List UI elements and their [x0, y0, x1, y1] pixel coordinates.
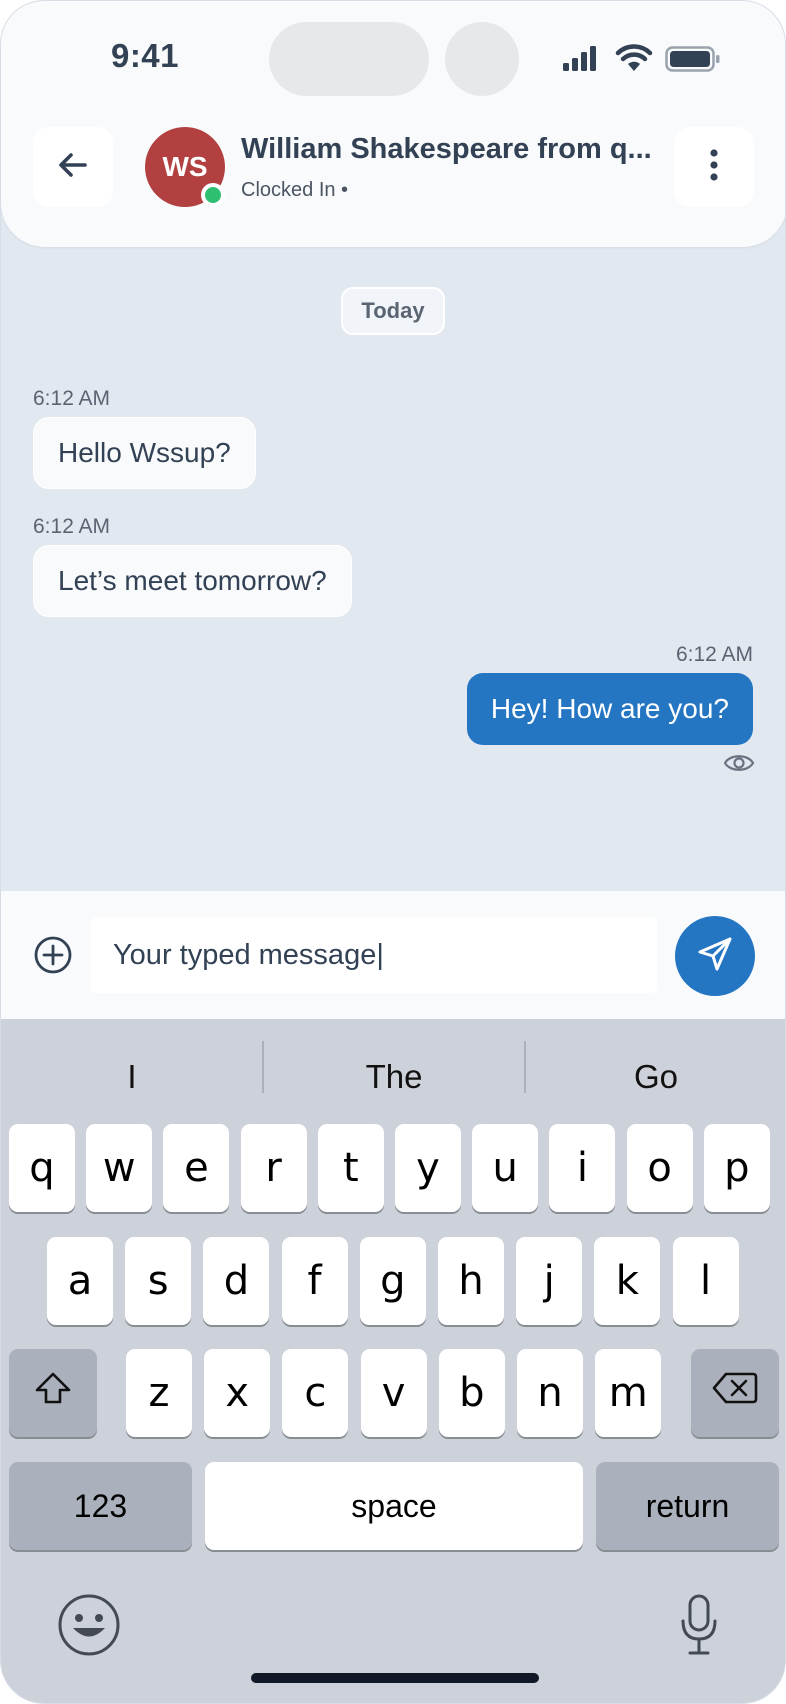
message-time: 6:12 AM [675, 643, 753, 666]
plus-circle-icon [33, 936, 73, 979]
key-c[interactable]: c [282, 1349, 349, 1437]
message-composer: Your typed message| [1, 891, 785, 1019]
signal-icon [561, 45, 601, 78]
status-time: 9:41 [110, 37, 180, 74]
key-s[interactable]: s [125, 1237, 192, 1325]
arrow-left-icon [55, 147, 91, 188]
suggestion[interactable]: The [263, 1049, 525, 1105]
contact-status: Clocked In • [241, 179, 349, 201]
return-key[interactable]: return [596, 1462, 779, 1550]
phone-screen: 9:41 WS William Shakespeare from q... Cl… [0, 0, 786, 1704]
date-separator: Today [341, 287, 445, 335]
key-k[interactable]: k [594, 1237, 661, 1325]
delete-key[interactable] [691, 1349, 779, 1437]
key-d[interactable]: d [203, 1237, 270, 1325]
wifi-icon [615, 43, 653, 78]
key-u[interactable]: u [472, 1124, 539, 1212]
key-q[interactable]: q [9, 1124, 75, 1212]
dynamic-island-camera [445, 22, 519, 96]
dictation-button[interactable] [679, 1593, 719, 1662]
message-time: 6:12 AM [33, 515, 111, 538]
key-a[interactable]: a [47, 1237, 113, 1325]
incoming-message[interactable]: Hello Wssup? [33, 417, 256, 489]
message-time: 6:12 AM [33, 387, 111, 410]
incoming-message[interactable]: Let’s meet tomorrow? [33, 545, 352, 617]
key-n[interactable]: n [517, 1349, 583, 1437]
key-v[interactable]: v [360, 1349, 427, 1437]
shift-icon [33, 1370, 73, 1416]
key-m[interactable]: m [595, 1349, 662, 1437]
key-z[interactable]: z [126, 1349, 192, 1437]
key-j[interactable]: j [516, 1237, 583, 1325]
keyboard: I The Go qwertyuiop asdfghjkl zxcvbnm 12… [1, 1019, 785, 1703]
microphone-icon [679, 1594, 719, 1661]
back-button[interactable] [33, 127, 113, 207]
key-x[interactable]: x [204, 1349, 271, 1437]
home-indicator[interactable] [251, 1673, 539, 1683]
key-l[interactable]: l [672, 1237, 739, 1325]
key-y[interactable]: y [395, 1124, 461, 1212]
eye-icon [723, 751, 755, 775]
status-icons [561, 43, 721, 77]
key-f[interactable]: f [281, 1237, 348, 1325]
backspace-icon [711, 1370, 759, 1416]
contact-name[interactable]: William Shakespeare from q... [241, 133, 667, 166]
suggestion[interactable]: I [1, 1049, 263, 1105]
emoji-icon [57, 1594, 121, 1661]
key-e[interactable]: e [163, 1124, 230, 1212]
battery-icon [665, 46, 721, 77]
more-options-button[interactable] [674, 127, 754, 207]
outgoing-message[interactable]: Hey! How are you? [466, 673, 753, 745]
key-h[interactable]: h [438, 1237, 504, 1325]
emoji-button[interactable] [57, 1593, 121, 1662]
key-o[interactable]: o [626, 1124, 693, 1212]
online-status-indicator [201, 183, 225, 207]
suggestion[interactable]: Go [525, 1049, 785, 1105]
key-g[interactable]: g [359, 1237, 426, 1325]
send-icon [695, 934, 735, 979]
key-w[interactable]: w [86, 1124, 153, 1212]
message-input[interactable]: Your typed message| [91, 917, 657, 993]
shift-key[interactable] [9, 1349, 97, 1437]
key-p[interactable]: p [703, 1124, 770, 1212]
space-key[interactable]: space [205, 1462, 583, 1550]
numbers-key[interactable]: 123 [9, 1462, 192, 1550]
key-b[interactable]: b [438, 1349, 505, 1437]
more-vertical-icon [708, 147, 720, 188]
attach-button[interactable] [33, 935, 73, 975]
send-button[interactable] [675, 916, 755, 996]
key-t[interactable]: t [317, 1124, 384, 1212]
dynamic-island [269, 22, 429, 96]
key-i[interactable]: i [549, 1124, 616, 1212]
chat-header: 9:41 WS William Shakespeare from q... Cl… [1, 1, 785, 247]
key-r[interactable]: r [240, 1124, 307, 1212]
